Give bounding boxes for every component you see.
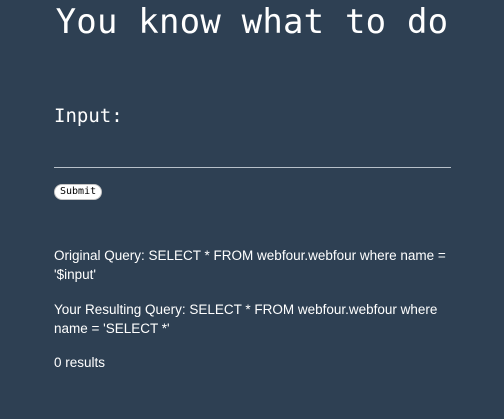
query-input[interactable] [54, 144, 451, 168]
submit-button[interactable]: Submit [54, 184, 103, 200]
input-label: Input: [54, 105, 123, 127]
resulting-query-text: Your Resulting Query: SELECT * FROM webf… [54, 302, 438, 336]
page-title: You know what to do [55, 2, 449, 42]
result-count-text: 0 results [54, 355, 106, 370]
query-form: Input: Submit [54, 104, 451, 200]
original-query-text: Original Query: SELECT * FROM webfour.we… [54, 248, 446, 282]
